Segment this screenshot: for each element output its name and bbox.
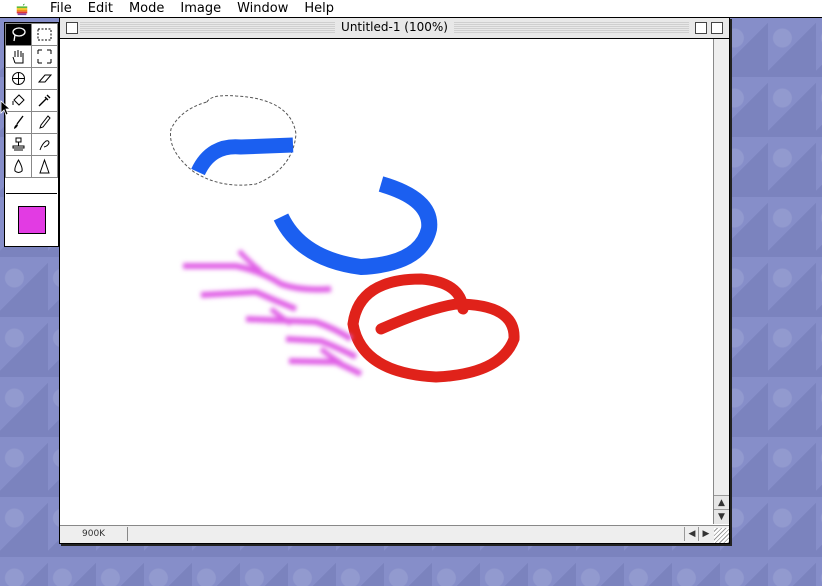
scroll-down-arrow-icon[interactable]: ▼ (714, 509, 729, 524)
scroll-right-arrow-icon[interactable]: ▶ (698, 527, 713, 541)
blue-stroke-upper (191, 137, 294, 176)
document-window: Untitled-1 (100%) ▲ ▼ 900K ◀ ▶ (59, 17, 730, 544)
vertical-scrollbar[interactable]: ▲ ▼ (713, 39, 729, 524)
color-swatch-area (6, 193, 57, 246)
smudge-tool-icon[interactable] (32, 134, 57, 155)
scroll-left-arrow-icon[interactable]: ◀ (684, 527, 699, 541)
menu-window[interactable]: Window (229, 0, 296, 17)
rubber-stamp-tool-icon[interactable] (6, 134, 31, 155)
mouse-cursor-icon (0, 100, 10, 116)
red-stroke-loop (347, 273, 520, 383)
scroll-up-arrow-icon[interactable]: ▲ (714, 495, 729, 510)
image-canvas[interactable] (61, 39, 712, 524)
crop-tool-icon[interactable] (32, 46, 57, 67)
sharpen-tool-icon[interactable] (32, 156, 57, 177)
collapse-box-icon[interactable] (711, 22, 723, 34)
menu-edit[interactable]: Edit (80, 0, 121, 17)
eraser-tool-icon[interactable] (32, 68, 57, 89)
foreground-color-swatch[interactable] (18, 206, 46, 234)
horizontal-scrollbar[interactable]: 900K ◀ ▶ (60, 525, 729, 543)
blur-tool-icon[interactable] (6, 156, 31, 177)
tool-palette (4, 22, 59, 247)
pencil-tool-icon[interactable] (32, 112, 57, 133)
window-title: Untitled-1 (100%) (335, 20, 454, 34)
menu-file[interactable]: File (42, 0, 80, 17)
menu-mode[interactable]: Mode (121, 0, 172, 17)
resize-grow-box-icon[interactable] (714, 528, 729, 543)
menu-bar: File Edit Mode Image Window Help (0, 0, 822, 18)
zoom-box-icon[interactable] (695, 22, 707, 34)
marquee-tool-icon[interactable] (32, 24, 57, 45)
document-size-indicator[interactable]: 900K (62, 527, 128, 541)
window-titlebar[interactable]: Untitled-1 (100%) (60, 18, 729, 39)
menu-image[interactable]: Image (172, 0, 229, 17)
lasso-tool-icon[interactable] (6, 24, 31, 45)
apple-menu-icon[interactable] (14, 2, 30, 16)
canvas-drawing (169, 95, 520, 383)
menu-help[interactable]: Help (296, 0, 342, 17)
hand-tool-icon[interactable] (6, 46, 31, 67)
zoom-tool-icon[interactable] (6, 68, 31, 89)
eyedropper-tool-icon[interactable] (32, 90, 57, 111)
blue-stroke-arc (273, 176, 438, 276)
